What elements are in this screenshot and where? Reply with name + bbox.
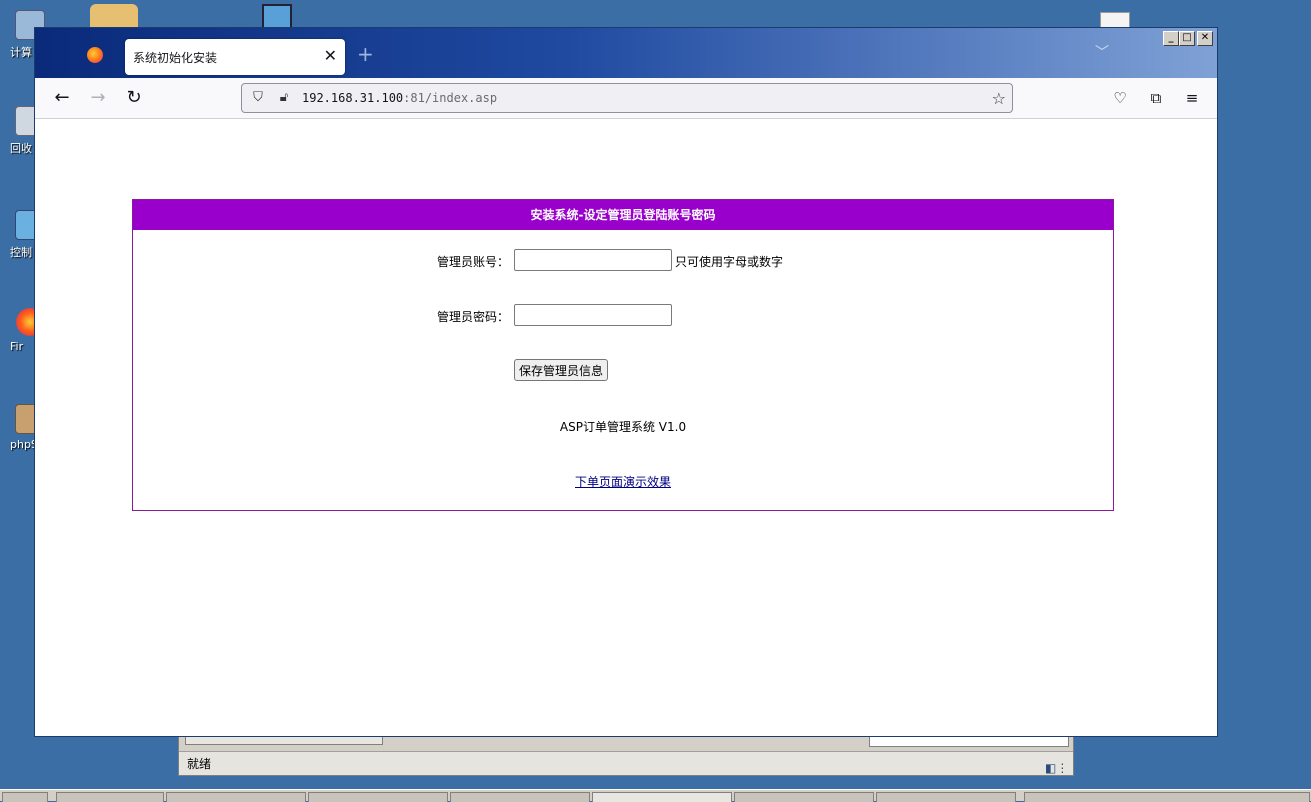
extensions-icon[interactable]: ⧉ — [1145, 87, 1167, 109]
network-status-icon: ◧⋮ — [1045, 761, 1069, 775]
taskbar-item-7[interactable] — [876, 792, 1016, 802]
close-window-button[interactable]: ✕ — [1197, 31, 1213, 46]
firefox-logo-icon — [87, 47, 103, 63]
browser-titlebar[interactable]: 系统初始化安装 ✕ + ﹀ _ □ ✕ — [35, 28, 1217, 78]
taskbar-item-1[interactable] — [56, 792, 164, 802]
maximize-button[interactable]: □ — [1179, 31, 1195, 46]
page-content: 安装系统-设定管理员登陆账号密码 管理员账号： 只可使用字母或数字 管理员密码：… — [35, 119, 1217, 736]
account-label: 管理员账号： — [436, 255, 509, 269]
url-text[interactable]: 192.168.31.100:81/index.asp — [302, 91, 497, 105]
navigation-toolbar: ← → ↻ ⛉ 🔓︎ 192.168.31.100:81/index.asp ☆… — [35, 78, 1217, 119]
taskbar-item-2[interactable] — [166, 792, 306, 802]
password-label: 管理员密码： — [436, 310, 509, 324]
account-row: 管理员账号： 只可使用字母或数字 — [133, 249, 1113, 273]
desktop-folder-icon[interactable] — [90, 4, 138, 28]
taskbar-start-button[interactable] — [2, 792, 48, 802]
new-tab-button[interactable]: + — [357, 42, 374, 66]
demo-order-link[interactable]: 下单页面演示效果 — [133, 473, 1113, 490]
forward-arrow-icon[interactable]: → — [87, 87, 109, 109]
status-text: 就绪 — [187, 757, 212, 771]
version-text: ASP订单管理系统 V1.0 — [559, 420, 687, 434]
bookmark-star-icon[interactable]: ☆ — [992, 89, 1006, 108]
taskbar — [0, 789, 1311, 802]
install-panel: 安装系统-设定管理员登陆账号密码 管理员账号： 只可使用字母或数字 管理员密码：… — [132, 199, 1114, 511]
tab-close-icon[interactable]: ✕ — [324, 46, 337, 65]
pocket-icon[interactable]: ♡ — [1109, 87, 1131, 109]
reload-icon[interactable]: ↻ — [123, 87, 145, 109]
url-bar[interactable]: ⛉ 🔓︎ 192.168.31.100:81/index.asp ☆ — [241, 83, 1013, 113]
minimize-button[interactable]: _ — [1163, 31, 1179, 46]
tab-system-install[interactable]: 系统初始化安装 ✕ — [125, 39, 345, 75]
taskbar-item-4[interactable] — [450, 792, 590, 802]
taskbar-item-6[interactable] — [734, 792, 874, 802]
list-all-tabs-icon[interactable]: ﹀ — [1095, 42, 1109, 62]
shield-icon[interactable]: ⛉ — [250, 90, 266, 106]
tab-title: 系统初始化安装 — [133, 51, 218, 65]
password-input[interactable] — [514, 304, 672, 326]
account-hint: 只可使用字母或数字 — [675, 255, 784, 269]
browser-window: 系统初始化安装 ✕ + ﹀ _ □ ✕ ← → ↻ ⛉ 🔓︎ 192.168.3… — [34, 27, 1218, 737]
taskbar-item-active[interactable] — [592, 792, 732, 802]
menu-icon[interactable]: ≡ — [1181, 87, 1203, 109]
panel-header: 安装系统-设定管理员登陆账号密码 — [133, 200, 1113, 230]
account-input[interactable] — [514, 249, 672, 271]
system-tray — [1024, 792, 1310, 802]
background-window-statusbar: 就绪 ◧⋮ — [179, 751, 1073, 775]
save-admin-button[interactable]: 保存管理员信息 — [514, 359, 609, 381]
taskbar-item-3[interactable] — [308, 792, 448, 802]
save-row: 保存管理员信息 — [133, 359, 1113, 383]
password-row: 管理员密码： — [133, 304, 1113, 328]
back-arrow-icon[interactable]: ← — [51, 87, 73, 109]
insecure-lock-icon[interactable]: 🔓︎ — [276, 90, 292, 106]
